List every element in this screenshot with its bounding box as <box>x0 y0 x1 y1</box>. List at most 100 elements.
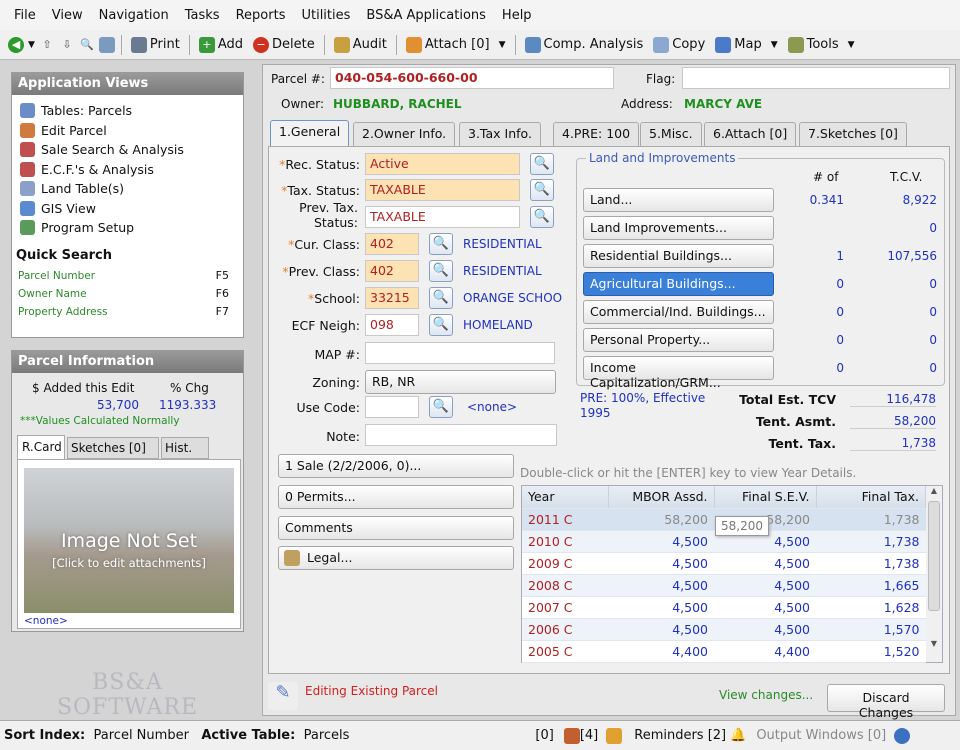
nav-ecf[interactable]: E.C.F.'s & Analysis <box>12 160 243 180</box>
add-button[interactable]: + Add <box>196 36 246 53</box>
scanner-icon[interactable] <box>519 728 535 744</box>
flag-field[interactable] <box>682 67 950 89</box>
status-count-2[interactable]: [4] <box>580 728 598 743</box>
menu-bsa-applications[interactable]: BS&A Applications <box>366 8 486 23</box>
comp-analysis-button[interactable]: Comp. Analysis <box>522 36 647 53</box>
land-row-button[interactable]: Commercial/Ind. Buildings... <box>583 300 774 324</box>
nav-gis-view[interactable]: GIS View <box>12 199 243 219</box>
view-changes-link[interactable]: View changes... <box>719 688 813 702</box>
scroll-thumb[interactable] <box>928 501 940 611</box>
cur-class-field[interactable]: 402 <box>365 233 419 255</box>
menu-file[interactable]: File <box>14 8 36 23</box>
tab-pre[interactable]: 4.PRE: 100 <box>553 122 640 146</box>
back-icon[interactable]: ◀ <box>8 36 24 53</box>
note-field[interactable] <box>365 424 557 446</box>
tab-owner-info[interactable]: 2.Owner Info. <box>353 122 456 146</box>
rec-status-field[interactable]: Active <box>365 153 520 175</box>
school-lookup-icon[interactable]: 🔍 <box>429 287 453 309</box>
menu-help[interactable]: Help <box>502 8 532 23</box>
copy-button[interactable]: Copy <box>650 36 708 53</box>
nav-tables-parcels[interactable]: Tables: Parcels <box>12 101 243 121</box>
scroll-down-icon[interactable]: ▼ <box>926 639 942 648</box>
permits-button[interactable]: 0 Permits... <box>278 485 514 509</box>
land-row-button[interactable]: Land Improvements... <box>583 216 774 240</box>
tab-rcard[interactable]: R.Card <box>17 435 65 459</box>
tab-sketches[interactable]: 7.Sketches [0] <box>799 122 907 146</box>
quick-search-parcel-number[interactable]: Parcel Number F5 <box>12 267 243 285</box>
delete-button[interactable]: − Delete <box>250 36 318 53</box>
land-row-button[interactable]: Income Capitalization/GRM... <box>583 356 774 390</box>
menu-tasks[interactable]: Tasks <box>185 8 220 23</box>
col-tax[interactable]: Final Tax. <box>816 486 926 509</box>
year-row[interactable]: 2005 C 4,400 4,400 1,520 <box>522 640 926 663</box>
nav-edit-parcel[interactable]: Edit Parcel <box>12 121 243 141</box>
prev-class-lookup-icon[interactable]: 🔍 <box>429 260 453 282</box>
property-image[interactable]: Image Not Set [Click to edit attachments… <box>17 459 241 629</box>
land-row-button[interactable]: Agricultural Buildings... <box>583 272 774 296</box>
year-row[interactable]: 2007 C 4,500 4,500 1,628 <box>522 596 926 619</box>
grid-scrollbar[interactable]: ▲ ▼ <box>926 486 942 662</box>
land-row-button[interactable]: Residential Buildings... <box>583 244 774 268</box>
report-icon[interactable] <box>98 36 115 53</box>
menu-view[interactable]: View <box>52 8 83 23</box>
quick-search-property-address[interactable]: Property Address F7 <box>12 303 243 321</box>
ecf-neigh-lookup-icon[interactable]: 🔍 <box>429 314 453 336</box>
tab-sketches[interactable]: Sketches [0] <box>67 437 159 459</box>
scroll-up-icon[interactable]: ▲ <box>926 486 942 495</box>
use-code-lookup-icon[interactable]: 🔍 <box>429 396 453 418</box>
prev-tax-status-lookup-icon[interactable]: 🔍 <box>530 206 554 228</box>
ecf-neigh-field[interactable]: 098 <box>365 314 419 336</box>
col-year[interactable]: Year <box>522 486 609 509</box>
prev-tax-status-field[interactable]: TAXABLE <box>365 206 520 228</box>
cur-class-lookup-icon[interactable]: 🔍 <box>429 233 453 255</box>
comments-button[interactable]: Comments <box>278 516 514 540</box>
prev-class-field[interactable]: 402 <box>365 260 419 282</box>
nav-program-setup[interactable]: Program Setup <box>12 218 243 238</box>
search-icon[interactable]: 🔍 <box>79 37 95 53</box>
attach-dropdown-icon[interactable]: ▼ <box>499 40 506 50</box>
bell-icon[interactable]: 🔔 <box>730 728 746 743</box>
year-row[interactable]: 2009 C 4,500 4,500 1,738 <box>522 552 926 575</box>
back-dropdown-icon[interactable]: ▼ <box>28 40 35 50</box>
nav-land-tables[interactable]: Land Table(s) <box>12 179 243 199</box>
zoning-dropdown[interactable]: RB, NR <box>365 370 556 394</box>
tab-hist[interactable]: Hist. <box>161 437 209 459</box>
year-row[interactable]: 2008 C 4,500 4,500 1,665 <box>522 574 926 597</box>
audit-button[interactable]: Audit <box>331 36 390 53</box>
menu-reports[interactable]: Reports <box>236 8 286 23</box>
legal-button[interactable]: Legal... <box>278 546 514 570</box>
tax-status-lookup-icon[interactable]: 🔍 <box>530 179 554 201</box>
discard-changes-button[interactable]: Discard Changes <box>827 684 945 720</box>
school-field[interactable]: 33215 <box>365 287 419 309</box>
year-row[interactable]: 2006 C 4,500 4,500 1,570 <box>522 618 926 641</box>
tab-attach[interactable]: 6.Attach [0] <box>704 122 797 146</box>
parcel-number-field[interactable]: 040-054-600-660-00 <box>330 67 614 89</box>
map-dropdown-icon[interactable]: ▼ <box>771 40 778 50</box>
sales-button[interactable]: 1 Sale (2/2/2006, 0)... <box>278 454 514 478</box>
land-row-button[interactable]: Land... <box>583 188 774 212</box>
globe-icon[interactable] <box>894 727 911 744</box>
tax-status-field[interactable]: TAXABLE <box>365 179 520 201</box>
rec-status-lookup-icon[interactable]: 🔍 <box>530 153 554 175</box>
nav-sale-search[interactable]: Sale Search & Analysis <box>12 140 243 160</box>
map-field[interactable] <box>365 342 555 364</box>
reminders-button[interactable]: Reminders [2] <box>634 728 726 743</box>
tab-tax-info[interactable]: 3.Tax Info. <box>459 122 541 146</box>
col-mbor[interactable]: MBOR Assd. <box>608 486 715 509</box>
quick-search-owner-name[interactable]: Owner Name F6 <box>12 285 243 303</box>
land-row-button[interactable]: Personal Property... <box>583 328 774 352</box>
tab-misc[interactable]: 5.Misc. <box>640 122 702 146</box>
print-button[interactable]: Print <box>128 36 183 53</box>
folder-icon[interactable] <box>606 727 623 744</box>
map-button[interactable]: Map ▼ <box>712 36 780 53</box>
col-sev[interactable]: Final S.E.V. <box>714 486 817 509</box>
up-arrow-icon[interactable]: ⇧ <box>39 37 55 53</box>
output-windows-button[interactable]: Output Windows [0] <box>756 728 886 743</box>
menu-navigation[interactable]: Navigation <box>99 8 169 23</box>
tools-button[interactable]: Tools ▼ <box>785 36 858 53</box>
house-icon[interactable] <box>563 727 580 744</box>
tab-general[interactable]: 1.General <box>270 120 350 147</box>
menu-utilities[interactable]: Utilities <box>301 8 350 23</box>
status-count-1[interactable]: [0] <box>535 728 553 743</box>
down-arrow-icon[interactable]: ⇩ <box>59 37 75 53</box>
